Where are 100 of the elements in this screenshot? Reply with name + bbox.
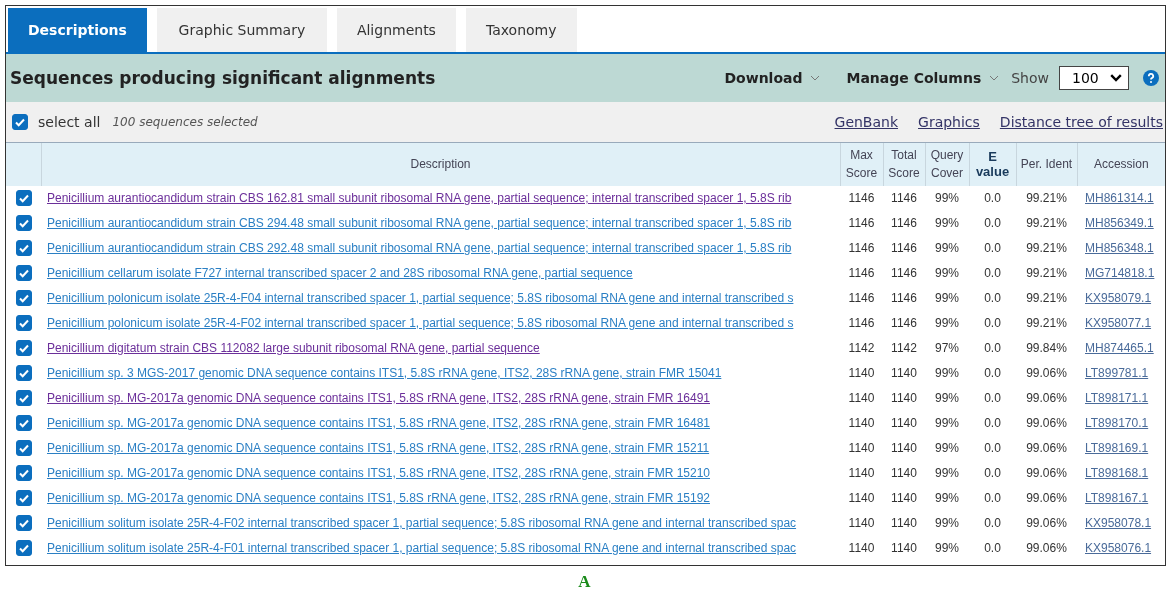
table-cell: 99% <box>935 241 959 255</box>
accession-link[interactable]: LT899781.1 <box>1085 366 1149 380</box>
show-count-select[interactable]: 100 <box>1059 66 1129 90</box>
description-link[interactable]: Penicillium sp. MG-2017a genomic DNA sequence contains ITS1, 5.8S rRNA gene, ITS2, 28S rRNA gene, strain FMR 15192 <box>47 491 710 505</box>
table-cell: 1146 <box>891 216 917 230</box>
table-cell: 1140 <box>848 441 875 455</box>
table-cell: 99% <box>935 216 959 230</box>
checkbox[interactable] <box>15 190 32 206</box>
description-link[interactable]: Penicillium aurantiocandidum strain CBS 292.48 small subunit ribosomal RNA gene, partial sequence; internal transcribed spacer 1, 5.8S rib <box>47 241 792 255</box>
checkbox[interactable] <box>15 240 32 256</box>
column-header[interactable]: Accession <box>1077 142 1165 186</box>
table-cell: 1146 <box>891 241 917 255</box>
table-cell: 1140 <box>848 416 875 430</box>
table-cell: 99% <box>935 491 959 505</box>
checkbox[interactable] <box>15 340 32 356</box>
results-link[interactable]: Distance tree of results <box>999 114 1163 130</box>
tab[interactable]: Graphic Summary <box>156 8 327 52</box>
description-link[interactable]: Penicillium cellarum isolate F727 internal transcribed spacer 2 and 28S ribosomal RNA gene, partial sequence <box>47 266 633 280</box>
checkbox[interactable] <box>15 515 32 531</box>
description-link[interactable]: Penicillium solitum isolate 25R-4-F02 internal transcribed spacer 1, partial sequence; 5.8S ribosomal RNA gene and internal transcribed spac <box>47 516 797 530</box>
accession-link[interactable]: KX958079.1 <box>1085 291 1152 305</box>
checkbox[interactable] <box>12 114 28 130</box>
table-cell: 99.21% <box>1026 266 1067 280</box>
table-cell: 0.0 <box>984 416 1001 430</box>
accession-link[interactable]: KX958076.1 <box>1085 541 1152 555</box>
table-cell: 99% <box>935 516 959 530</box>
description-link[interactable]: Penicillium sp. MG-2017a genomic DNA sequence contains ITS1, 5.8S rRNA gene, ITS2, 28S rRNA gene, strain FMR 15210 <box>47 466 710 480</box>
accession-link[interactable]: LT898171.1 <box>1085 391 1149 405</box>
checkbox[interactable] <box>15 415 32 431</box>
show-label: Show <box>1011 70 1049 86</box>
tab[interactable]: Descriptions <box>8 8 147 52</box>
table-cell: 99% <box>935 316 959 330</box>
download-menu[interactable]: Download <box>724 70 821 86</box>
description-link[interactable]: Penicillium polonicum isolate 25R-4-F04 internal transcribed spacer 1, partial sequence; 5.8S ribosomal RNA gene and internal transcribed s <box>47 291 794 305</box>
description-link[interactable]: Penicillium aurantiocandidum strain CBS 294.48 small subunit ribosomal RNA gene, partial sequence; internal transcribed spacer 1, 5.8S rib <box>47 216 792 230</box>
table-cell: 99.06% <box>1026 416 1067 430</box>
tab[interactable]: Taxonomy <box>465 8 577 52</box>
table-cell: 99% <box>935 441 959 455</box>
checkbox[interactable] <box>15 315 32 331</box>
table-cell: 0.0 <box>984 541 1001 555</box>
table-cell: 99.21% <box>1026 316 1067 330</box>
checkbox[interactable] <box>15 390 32 406</box>
table-cell: 1146 <box>891 291 917 305</box>
table-cell: 0.0 <box>984 466 1001 480</box>
accession-link[interactable]: LT898170.1 <box>1085 416 1149 430</box>
description-link[interactable]: Penicillium polonicum isolate 25R-4-F02 internal transcribed spacer 1, partial sequence; 5.8S ribosomal RNA gene and internal transcribed s <box>47 316 794 330</box>
tab[interactable]: Alignments <box>336 8 456 52</box>
table-cell: 1142 <box>891 341 917 355</box>
description-link[interactable]: Penicillium sp. MG-2017a genomic DNA sequence contains ITS1, 5.8S rRNA gene, ITS2, 28S rRNA gene, strain FMR 16481 <box>47 416 710 430</box>
table-cell: 99.06% <box>1026 391 1067 405</box>
column-header[interactable]: Total Score <box>883 142 925 186</box>
table-cell: 1140 <box>891 416 917 430</box>
table-cell: 0.0 <box>984 341 1001 355</box>
column-header[interactable]: Max Score <box>840 142 883 186</box>
accession-link[interactable]: KX958077.1 <box>1085 316 1152 330</box>
accession-link[interactable]: MH861314.1 <box>1085 191 1154 205</box>
table-cell: 1140 <box>848 491 875 505</box>
description-link[interactable]: Penicillium aurantiocandidum strain CBS 162.81 small subunit ribosomal RNA gene, partial sequence; internal transcribed spacer 1, 5.8S rib <box>47 191 792 205</box>
accession-link[interactable]: MH874465.1 <box>1085 341 1154 355</box>
description-link[interactable]: Penicillium sp. MG-2017a genomic DNA sequence contains ITS1, 5.8S rRNA gene, ITS2, 28S rRNA gene, strain FMR 16491 <box>47 391 710 405</box>
table-cell: 0.0 <box>984 266 1001 280</box>
column-header[interactable]: E value <box>969 142 1016 186</box>
accession-link[interactable]: MH856348.1 <box>1085 241 1154 255</box>
table-cell: 1146 <box>891 316 917 330</box>
column-header[interactable]: Description <box>41 142 840 186</box>
checkbox[interactable] <box>15 540 32 556</box>
checkbox[interactable] <box>15 265 32 281</box>
checkbox[interactable] <box>15 365 32 381</box>
section-title: Sequences producing significant alignments <box>10 68 437 88</box>
checkbox[interactable] <box>15 290 32 306</box>
accession-link[interactable]: MH856349.1 <box>1085 216 1154 230</box>
column-header[interactable]: Per. Ident <box>1016 142 1077 186</box>
table-cell: 99.06% <box>1026 366 1067 380</box>
accession-link[interactable]: LT898167.1 <box>1085 491 1149 505</box>
accession-link[interactable]: KX958078.1 <box>1085 516 1152 530</box>
results-link[interactable]: GenBank <box>834 114 899 130</box>
accession-link[interactable]: MG714818.1 <box>1085 266 1155 280</box>
chevron-down-icon <box>810 75 821 81</box>
table-cell: 1140 <box>891 366 917 380</box>
description-link[interactable]: Penicillium sp. MG-2017a genomic DNA sequence contains ITS1, 5.8S rRNA gene, ITS2, 28S rRNA gene, strain FMR 15211 <box>47 441 710 455</box>
column-header[interactable]: Query Cover <box>925 142 969 186</box>
description-link[interactable]: Penicillium digitatum strain CBS 112082 large subunit ribosomal RNA gene, partial sequence <box>47 341 540 355</box>
table-cell: 99.06% <box>1026 516 1067 530</box>
manage-columns-menu[interactable]: Manage Columns <box>846 70 1000 86</box>
checkbox[interactable] <box>15 440 32 456</box>
table-cell: 99.06% <box>1026 491 1067 505</box>
help-icon[interactable] <box>1143 70 1159 86</box>
description-link[interactable]: Penicillium solitum isolate 25R-4-F01 internal transcribed spacer 1, partial sequence; 5.8S ribosomal RNA gene and internal transcribed spac <box>47 541 797 555</box>
table-cell: 1140 <box>891 491 917 505</box>
accession-link[interactable]: LT898169.1 <box>1085 441 1149 455</box>
chevron-down-icon <box>1110 74 1122 82</box>
table-cell: 1140 <box>848 466 875 480</box>
description-link[interactable]: Penicillium sp. 3 MGS-2017 genomic DNA sequence contains ITS1, 5.8S rRNA gene, ITS2, 28S rRNA gene, strain FMR 15041 <box>47 366 722 380</box>
checkbox[interactable] <box>15 490 32 506</box>
checkbox[interactable] <box>15 215 32 231</box>
figure-caption: A <box>578 572 591 591</box>
results-link[interactable]: Graphics <box>918 114 980 130</box>
accession-link[interactable]: LT898168.1 <box>1085 466 1149 480</box>
checkbox[interactable] <box>15 465 32 481</box>
table-cell: 99% <box>935 416 959 430</box>
